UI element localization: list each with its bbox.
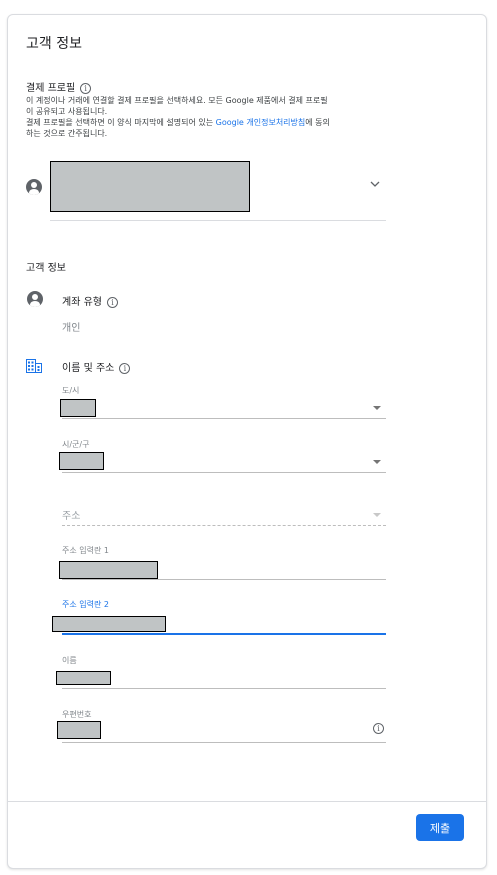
privacy-policy-link[interactable]: Google 개인정보처리방침 [216,118,306,127]
chevron-down-icon [373,406,381,410]
redacted-value [56,671,111,685]
payment-profile-selector[interactable] [26,161,386,219]
address2-label: 주소 입력란 2 [62,600,109,609]
desc-line: 결제 프로필을 선택하면 이 양식 마지막에 설명되어 있는 Google 개인… [26,118,330,127]
city-label: 도/시 [62,386,80,395]
redacted-value [52,616,166,632]
name-field[interactable]: 이름 [56,655,386,689]
name-address-heading: 이름 및 주소 i [62,359,131,374]
desc-line: 이 계정이나 거래에 연결할 결제 프로필을 선택하세요. 모든 Google … [26,96,328,105]
info-icon[interactable]: i [80,82,92,94]
field-underline [62,742,386,743]
info-icon[interactable]: i [373,723,384,734]
field-underline [62,472,386,473]
divider [50,220,386,221]
redacted-value [59,561,158,579]
redacted-profile [50,161,250,212]
account-circle-icon [27,291,43,307]
chevron-down-icon[interactable] [370,181,380,188]
city-select[interactable]: 도/시 [58,385,386,419]
payment-profile-label: 결제 프로필 [26,83,76,94]
page-title: 고객 정보 [26,36,82,52]
field-underline [62,525,386,526]
district-select[interactable]: 시/군/구 [58,439,386,473]
name-address-label: 이름 및 주소 [62,363,115,374]
account-type-label: 계좌 유형 [62,297,102,308]
payment-profile-heading: 결제 프로필 i [26,79,92,94]
account-type-value: 개인 [62,323,81,334]
account-type-heading: 계좌 유형 i [62,293,118,308]
postal-code-field[interactable]: 우편번호 i [56,709,386,743]
field-underline [62,579,386,580]
info-icon[interactable]: i [106,296,118,308]
building-icon [26,359,42,373]
address-line1-field[interactable]: 주소 입력란 1 [58,545,386,580]
chevron-down-icon [373,460,381,464]
desc-line: 하는 것으로 간주됩니다. [26,129,108,138]
redacted-value [57,721,101,739]
field-underline-focused [62,633,386,635]
field-underline [62,418,386,419]
address-line2-field[interactable]: 주소 입력란 2 [52,599,386,635]
desc-line: 이 공유되고 사용됩니다. [26,107,108,116]
redacted-value [60,399,96,417]
customer-info-heading: 고객 정보 [26,263,66,274]
address-placeholder: 주소 [62,511,81,522]
customer-info-card: 고객 정보 결제 프로필 i 이 계정이나 거래에 연결할 결제 프로필을 선택하… [7,14,487,869]
field-underline [62,688,386,689]
postal-label: 우편번호 [62,710,92,719]
info-icon[interactable]: i [119,362,131,374]
chevron-down-icon [373,513,381,517]
address1-label: 주소 입력란 1 [62,546,109,555]
redacted-value [59,452,104,470]
address-select[interactable]: 주소 [58,505,386,527]
account-circle-icon [26,179,42,195]
payment-profile-description: 이 계정이나 거래에 연결할 결제 프로필을 선택하세요. 모든 Google … [26,95,386,139]
district-label: 시/군/구 [62,440,90,449]
submit-button[interactable]: 제출 [416,814,464,841]
name-label: 이름 [62,656,77,665]
footer-divider [8,801,486,802]
